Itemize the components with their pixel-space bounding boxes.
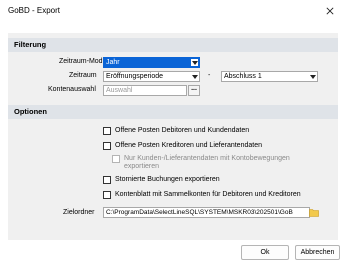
kontenauswahl-browse-button[interactable]: ... — [188, 85, 200, 96]
chevron-down-icon — [309, 73, 316, 80]
checkbox-row-stornierte[interactable]: Stornierte Buchungen exportieren — [103, 176, 220, 184]
close-button[interactable] — [322, 3, 338, 19]
checkbox-row-op-kreditoren[interactable]: Offene Posten Kreditoren und Lieferanten… — [103, 142, 262, 150]
stornierte-label: Stornierte Buchungen exportieren — [115, 176, 220, 183]
kontenauswahl-label: Kontenauswahl — [48, 86, 96, 93]
checkbox-row-op-debitoren[interactable]: Offene Posten Debitoren und Kundendaten — [103, 127, 249, 135]
zeitraum-to-select[interactable]: Abschluss 1 — [221, 71, 318, 82]
kontenblatt-label: Kontenblatt mit Sammelkonten für Debitor… — [115, 191, 301, 198]
op-debitoren-checkbox[interactable] — [103, 127, 111, 135]
checkbox-row-nur-mit-bewegungen: Nur Kunden-/Lieferantendaten mit Kontobe… — [112, 155, 290, 171]
chevron-down-icon — [191, 59, 198, 66]
zielordner-input[interactable]: C:\ProgramData\SelectLineSQL\SYSTEM\MSKR… — [103, 207, 310, 218]
zeitraum-to-value: Abschluss 1 — [224, 73, 262, 80]
chevron-down-icon — [191, 73, 198, 80]
window-title: GoBD - Export — [8, 6, 61, 15]
zielordner-label: Zielordner — [63, 209, 95, 216]
zeitraum-from-select[interactable]: Eröffnungsperiode — [103, 71, 200, 82]
section-heading-filterung: Filterung — [8, 38, 338, 52]
zeitraum-modus-select[interactable]: Jahr — [103, 57, 200, 68]
close-icon — [326, 7, 334, 15]
op-debitoren-label: Offene Posten Debitoren und Kundendaten — [115, 127, 250, 134]
kontenblatt-checkbox[interactable] — [103, 191, 111, 199]
zeitraum-label: Zeitraum — [69, 72, 97, 79]
stornierte-checkbox[interactable] — [103, 176, 111, 184]
section-heading-optionen: Optionen — [8, 105, 338, 119]
folder-icon[interactable] — [309, 208, 319, 217]
nur-mit-bewegungen-label: Nur Kunden-/Lieferantendaten mit Kontobe… — [124, 155, 290, 171]
zeitraum-separator: - — [208, 72, 211, 79]
cancel-button[interactable]: Abbrechen — [295, 245, 340, 260]
op-kreditoren-label: Offene Posten Kreditoren und Lieferanten… — [115, 142, 262, 149]
op-kreditoren-checkbox[interactable] — [103, 142, 111, 150]
checkbox-row-kontenblatt[interactable]: Kontenblatt mit Sammelkonten für Debitor… — [103, 191, 301, 199]
title-bar: GoBD - Export — [0, 0, 346, 22]
zeitraum-modus-value: Jahr — [106, 59, 120, 66]
nur-mit-bewegungen-label-line2: exportieren — [124, 163, 160, 170]
kontenauswahl-input[interactable]: Auswahl — [103, 85, 187, 96]
nur-mit-bewegungen-label-line1: Nur Kunden-/Lieferantendaten mit Kontobe… — [124, 155, 290, 162]
ok-button[interactable]: Ok — [241, 245, 289, 260]
zeitraum-from-value: Eröffnungsperiode — [106, 73, 164, 80]
nur-mit-bewegungen-checkbox — [112, 155, 120, 163]
